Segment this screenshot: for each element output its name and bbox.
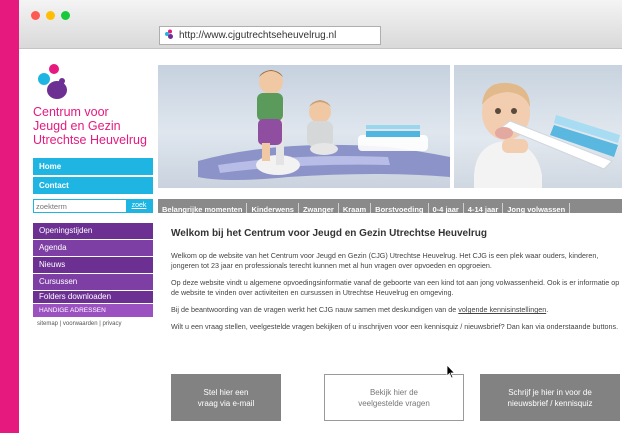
email-question-button[interactable]: Stel hier een vraag via e-mail [171, 374, 281, 421]
button-label-line: Schrijf je hier in voor de [508, 387, 592, 397]
buttons-intro-paragraph: Wilt u een vraag stellen, veelgestelde v… [171, 322, 619, 331]
search-box: zoek [33, 199, 153, 213]
close-window-button[interactable] [31, 11, 40, 20]
page-title: Welkom bij het Centrum voor Jeugd en Gez… [171, 228, 487, 239]
button-label-line: Stel hier een [203, 387, 249, 397]
nav-openingstijden[interactable]: Openingstijden [33, 223, 153, 239]
voorwaarden-link[interactable]: voorwaarden [63, 321, 98, 327]
partners-text-end: . [546, 305, 549, 314]
partners-paragraph: Bij de beantwoording van de vragen werkt… [171, 305, 621, 315]
minimize-window-button[interactable] [46, 11, 55, 20]
children-on-toothbrush-illustration [198, 70, 450, 180]
address-bar-url: http://www.cjgutrechtseheuvelrug.nl [179, 30, 337, 41]
browser-chrome: http://www.cjgutrechtseheuvelrug.nl [19, 0, 622, 49]
site-name-line: Utrechtse Heuvelrug [33, 133, 147, 147]
site-name-line: Jeugd en Gezin [33, 119, 121, 133]
site-name[interactable]: Centrum voor Jeugd en Gezin Utrechtse He… [33, 105, 173, 147]
tab-belangrijke-momenten[interactable]: Belangrijke momenten [158, 203, 248, 213]
site-favicon-icon [165, 29, 173, 39]
sitemap-link[interactable]: sitemap [37, 321, 58, 327]
web-page: Centrum voor Jeugd en Gezin Utrechtse He… [19, 49, 622, 433]
tab-4-14-jaar[interactable]: 4-14 jaar [464, 203, 504, 213]
tab-0-4-jaar[interactable]: 0-4 jaar [429, 203, 464, 213]
address-bar[interactable]: http://www.cjgutrechtseheuvelrug.nl [159, 26, 381, 45]
button-label-line: veelgestelde vragen [358, 398, 430, 408]
nav-home[interactable]: Home [33, 158, 153, 175]
nav-agenda[interactable]: Agenda [33, 240, 153, 256]
tab-borstvoeding[interactable]: Borstvoeding [371, 203, 429, 213]
search-input[interactable] [34, 200, 126, 212]
nav-nieuws[interactable]: Nieuws [33, 257, 153, 273]
hero-image-children-toothbrush [158, 65, 450, 188]
partners-text: Bij de beantwoording van de vragen werkt… [171, 305, 459, 314]
maximize-window-button[interactable] [61, 11, 70, 20]
button-label-line: vraag via e-mail [197, 398, 255, 408]
nav-contact[interactable]: Contact [33, 177, 153, 194]
topic-tab-bar: Belangrijke momenten Kinderwens Zwanger Kra… [158, 199, 622, 213]
intro-paragraph: Welkom op de website van het Centrum voo… [171, 251, 599, 270]
mouse-pointer-icon [446, 364, 456, 379]
nav-handige-adressen[interactable]: HANDIGE ADRESSEN [33, 304, 153, 317]
button-label-line: nieuwsbrief / kennisquiz [507, 398, 593, 408]
footer-links: sitemap | voorwaarden | privacy [37, 321, 122, 327]
info-paragraph: Op deze website vindt u algemene opvoedi… [171, 278, 620, 297]
button-label-line: Bekijk hier de [369, 387, 418, 397]
search-button[interactable]: zoek [126, 200, 152, 212]
site-name-line: Centrum voor [33, 105, 109, 119]
nav-folders-downloaden[interactable]: Folders downloaden [33, 291, 153, 303]
tab-jong-volwassen[interactable]: Jong volwassen [503, 203, 571, 213]
hero-image-boy-brushing-teeth [454, 65, 622, 188]
browser-window: http://www.cjgutrechtseheuvelrug.nl Cent… [19, 0, 622, 433]
main-content: Welkom bij het Centrum voor Jeugd en Gez… [171, 227, 621, 339]
cjg-logo-icon [38, 64, 67, 99]
faq-button[interactable]: Bekijk hier de veelgestelde vragen [324, 374, 464, 421]
tab-zwanger[interactable]: Zwanger [299, 203, 339, 213]
tab-kraam[interactable]: Kraam [339, 203, 372, 213]
kennisinstellingen-link[interactable]: volgende kennisinstellingen [458, 305, 546, 314]
newsletter-signup-button[interactable]: Schrijf je hier in voor de nieuwsbrief /… [480, 374, 620, 421]
privacy-link[interactable]: privacy [103, 321, 122, 327]
tab-kinderwens[interactable]: Kinderwens [247, 203, 299, 213]
boy-with-toothbrush-illustration [474, 82, 620, 188]
nav-cursussen[interactable]: Cursussen [33, 274, 153, 290]
